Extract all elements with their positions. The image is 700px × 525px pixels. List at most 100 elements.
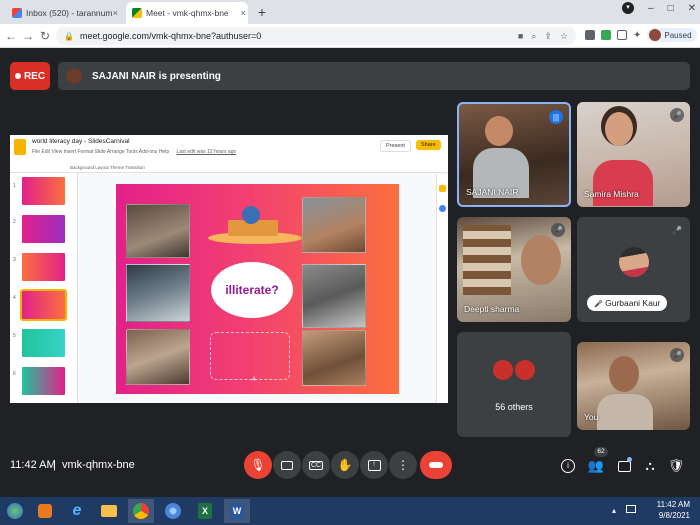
- maximize-icon[interactable]: □: [668, 3, 674, 14]
- presenting-banner: SAJANI NAIR is presenting: [58, 62, 690, 90]
- url-bar[interactable]: 🔒 meet.google.com/vmk-qhmx-bne?authuser=…: [56, 27, 576, 45]
- tab-search-icon[interactable]: ▾: [622, 2, 634, 14]
- extension-icon[interactable]: [601, 30, 611, 40]
- url-text: meet.google.com/vmk-qhmx-bne?authuser=0: [79, 31, 262, 41]
- rec-label: REC: [23, 70, 46, 82]
- camera-permission-icon[interactable]: ■: [518, 31, 523, 41]
- raise-hand-button[interactable]: ✋: [331, 451, 359, 479]
- photo-child-reading: [126, 204, 190, 258]
- self-tile[interactable]: 🎤 You: [577, 342, 690, 430]
- participant-tile[interactable]: ||| SAJANI NAIR: [457, 102, 571, 207]
- leave-call-button[interactable]: [420, 451, 452, 479]
- people-button[interactable]: 👥: [586, 456, 606, 476]
- hang-up-icon: [429, 462, 443, 468]
- speaking-indicator-icon: |||: [549, 110, 563, 124]
- shield-lock-icon: 🛡: [667, 458, 685, 473]
- puzzle-icon[interactable]: ✦: [633, 30, 641, 41]
- tasks-icon[interactable]: [439, 205, 446, 212]
- others-tile[interactable]: 56 others: [457, 332, 571, 437]
- participant-face: [485, 116, 513, 146]
- start-icon[interactable]: [2, 499, 28, 523]
- slide-thumbnail[interactable]: [22, 215, 65, 243]
- slides-doc-title: world literacy day - SlidesCarnival: [32, 138, 130, 145]
- new-tab-button[interactable]: +: [254, 4, 270, 20]
- participant-body: [593, 160, 653, 206]
- present-button[interactable]: Present: [380, 140, 411, 152]
- toggle-camera-button[interactable]: [273, 451, 301, 479]
- slide-thumbnail[interactable]: [22, 253, 65, 281]
- muted-mic-icon: 🎤: [594, 301, 603, 308]
- close-tab-icon[interactable]: ×: [113, 8, 118, 18]
- tab-meet[interactable]: Meet - vmk-qhmx-bne ×: [126, 2, 248, 24]
- meeting-code: vmk-qhmx-bne: [62, 459, 135, 471]
- captions-button[interactable]: CC: [302, 451, 330, 479]
- profile-button[interactable]: Paused: [647, 28, 697, 42]
- slide-thumbnail[interactable]: [20, 289, 67, 321]
- tab-title: Inbox (520) - tarannum@theindi: [26, 8, 113, 18]
- present-screen-button[interactable]: ↑: [360, 451, 388, 479]
- chat-button[interactable]: [614, 456, 634, 476]
- forward-icon[interactable]: →: [21, 29, 35, 43]
- share-icon[interactable]: ⇪: [544, 31, 552, 42]
- lock-icon: 🔒: [64, 31, 74, 41]
- extension-icon[interactable]: [617, 30, 627, 40]
- tray-arrow-icon[interactable]: ▴: [612, 506, 616, 515]
- toggle-mic-button[interactable]: 🎙: [244, 451, 272, 479]
- taskbar-clock[interactable]: 11:42 AM 9/8/2021: [657, 499, 690, 521]
- bookmark-star-icon[interactable]: ☆: [560, 31, 568, 42]
- doodle-illustration: [210, 332, 290, 380]
- word-icon[interactable]: W: [224, 499, 250, 523]
- profile-status: Paused: [664, 30, 692, 40]
- present-icon: ↑: [367, 459, 381, 471]
- thumb-number: 2: [13, 219, 16, 225]
- minimize-icon[interactable]: –: [648, 3, 654, 14]
- address-toolbar: ← → ↻ 🔒 meet.google.com/vmk-qhmx-bne?aut…: [0, 24, 700, 48]
- media-player-icon[interactable]: [32, 499, 58, 523]
- internet-explorer-icon[interactable]: e: [64, 499, 90, 523]
- host-controls-button[interactable]: 🛡: [666, 456, 686, 476]
- separator: |: [53, 459, 56, 471]
- slides-side-panel: [436, 175, 448, 403]
- participant-tile[interactable]: 🎤 Deepti sharma: [457, 217, 571, 322]
- more-options-button[interactable]: ⋮: [389, 451, 417, 479]
- muted-mic-icon: 🎤: [670, 348, 684, 362]
- network-icon[interactable]: [626, 505, 636, 513]
- participant-tile[interactable]: 🎤 Samira Mishra: [577, 102, 690, 207]
- close-window-icon[interactable]: ✕: [688, 3, 696, 14]
- slides-logo-icon: [14, 139, 26, 155]
- reload-icon[interactable]: ↻: [38, 29, 52, 43]
- chrome-canary-icon[interactable]: [160, 499, 186, 523]
- slide-thumbnail[interactable]: [22, 329, 65, 357]
- file-explorer-icon[interactable]: [96, 499, 122, 523]
- record-dot-icon: [14, 73, 21, 79]
- zoom-icon[interactable]: ⌕: [531, 31, 536, 42]
- activities-button[interactable]: ⛬: [640, 456, 660, 476]
- participant-name: Samira Mishra: [584, 189, 639, 199]
- thumb-number: 5: [13, 333, 16, 339]
- presented-screen[interactable]: world literacy day - SlidesCarnival File…: [10, 135, 448, 403]
- photo-slum: [302, 197, 366, 253]
- participant-tile[interactable]: 🎤 🎤 Gurbaani Kaur: [577, 217, 690, 322]
- extension-icon[interactable]: [585, 30, 595, 40]
- meeting-details-button[interactable]: i: [558, 456, 578, 476]
- slides-thumbnail-panel: 1 2 3 4 5 6: [10, 173, 78, 403]
- slide-thumbnail[interactable]: [22, 367, 65, 395]
- avatar: [66, 68, 82, 84]
- chrome-icon[interactable]: [128, 499, 154, 523]
- slide-thumbnail[interactable]: [22, 177, 65, 205]
- back-icon[interactable]: ←: [4, 29, 18, 43]
- browser-tab-bar: Inbox (520) - tarannum@theindi × Meet - …: [0, 0, 700, 24]
- chat-notification-dot: [627, 457, 632, 462]
- excel-icon[interactable]: X: [192, 499, 218, 523]
- meet-icon: [132, 8, 142, 18]
- share-button[interactable]: Share: [416, 140, 441, 150]
- hand-icon: ✋: [337, 458, 353, 472]
- photo-children-hut: [126, 264, 190, 322]
- slide-canvas[interactable]: illiterate? 4: [116, 184, 399, 394]
- info-icon: i: [561, 459, 575, 473]
- keep-icon[interactable]: [439, 185, 446, 192]
- tab-gmail[interactable]: Inbox (520) - tarannum@theindi ×: [6, 2, 124, 24]
- activities-icon: ⛬: [645, 458, 655, 473]
- close-tab-icon[interactable]: ×: [241, 8, 246, 18]
- participant-name: SAJANI NAIR: [466, 187, 519, 197]
